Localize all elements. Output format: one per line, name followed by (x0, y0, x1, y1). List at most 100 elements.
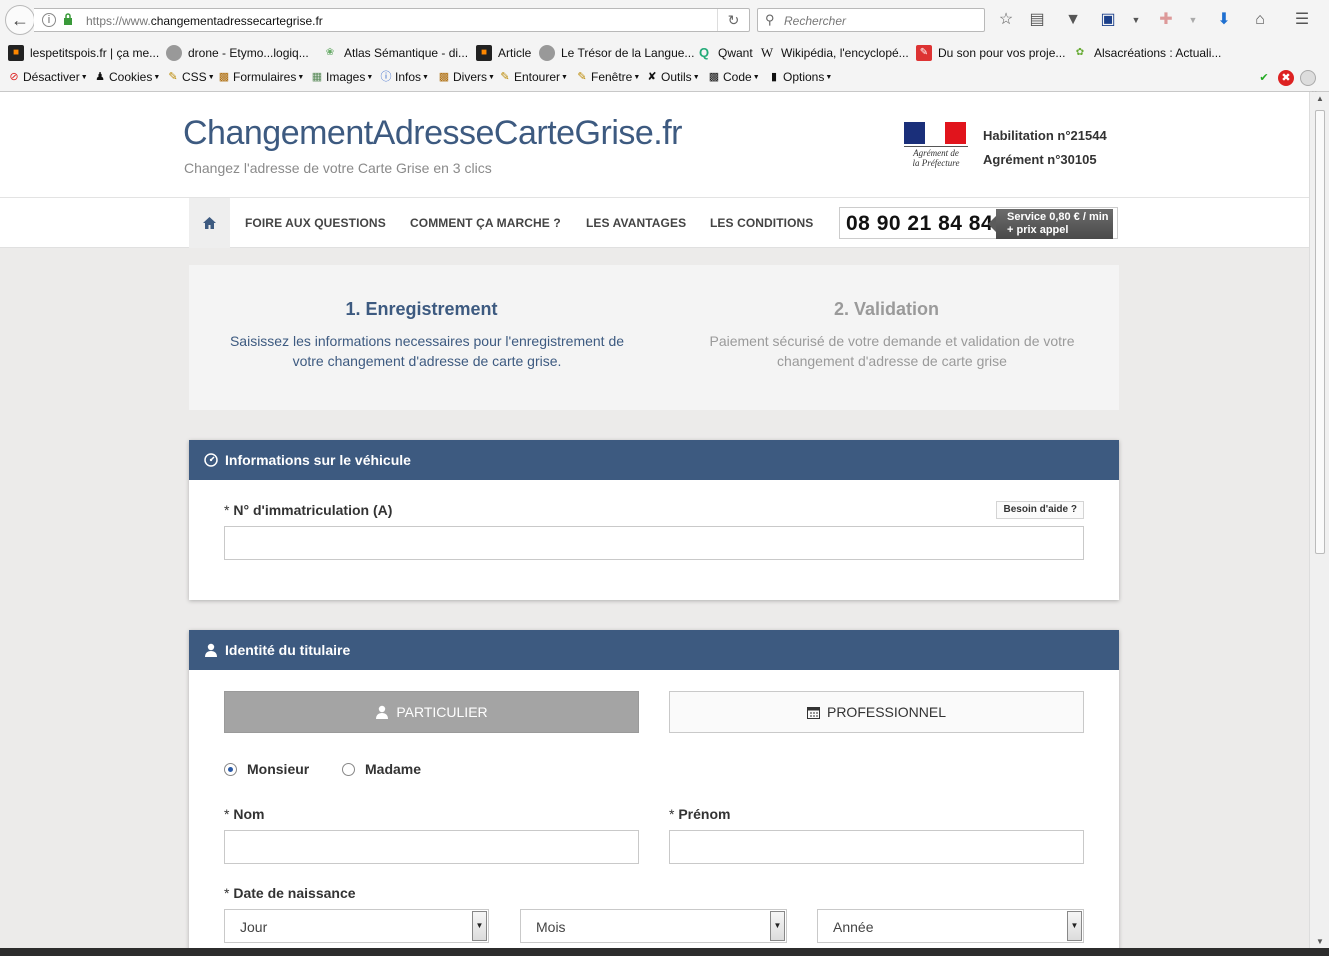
star-icon[interactable]: ☆ (996, 10, 1016, 30)
dropdown-arrow-icon[interactable]: ▼ (472, 911, 487, 941)
vehicle-panel: Informations sur le véhicule * N° d'imma… (189, 440, 1119, 600)
bookmark-item[interactable]: ■ lespetitspois.fr | ça me... (8, 44, 159, 62)
phone-banner[interactable]: 08 90 21 84 84 Service 0,80 € / min + pr… (839, 207, 1118, 239)
radio-madame[interactable]: Madame (342, 761, 421, 777)
bookmark-item[interactable]: W Wikipédia, l'encyclopé... (759, 44, 909, 62)
dev-menu-item[interactable]: ♟ Cookies ▼ (93, 70, 160, 84)
menu-icon[interactable]: ☰ (1292, 10, 1312, 30)
dev-menu-item[interactable]: ▦ Images ▼ (310, 70, 374, 84)
french-flag-icon (904, 122, 967, 144)
download-icon[interactable]: ⬇ (1214, 10, 1234, 30)
chevron-down-icon[interactable]: ▼ (1183, 10, 1203, 30)
year-select[interactable]: Année ▼ (817, 909, 1084, 943)
dev-menu-item[interactable]: ▩ Formulaires ▼ (217, 70, 305, 84)
dev-menu-item[interactable]: ⊘ Désactiver ▼ (7, 70, 87, 84)
dev-menu-item[interactable]: ⓘ Infos ▼ (379, 70, 429, 84)
flag-caption: Agrément de la Préfecture (904, 146, 968, 168)
help-button[interactable]: Besoin d'aide ? (996, 501, 1084, 519)
particulier-button[interactable]: PARTICULIER (224, 691, 639, 733)
prenom-label: * Prénom (669, 806, 731, 822)
step-title: 2. Validation (833, 299, 940, 319)
bookmark-item[interactable]: ✎ Du son pour vos proje... (916, 44, 1065, 62)
qwant-icon: Q (698, 45, 710, 60)
scrollbar-thumb[interactable] (1315, 110, 1325, 554)
nav-advantages[interactable]: LES AVANTAGES (586, 216, 686, 230)
dropdown-arrow-icon[interactable]: ▼ (770, 911, 785, 941)
bookmark-item[interactable]: Q Qwant (696, 44, 753, 62)
chevron-down-icon[interactable]: ▼ (1126, 10, 1146, 30)
dev-menu-item[interactable]: ✎ CSS ▼ (166, 70, 214, 84)
browser-navbar: ← i https://www.changementadressecartegr… (0, 0, 1329, 40)
nom-input[interactable] (224, 830, 639, 864)
dropdown-arrow-icon[interactable]: ▼ (1067, 911, 1082, 941)
dev-menu-item[interactable]: ✎ Fenêtre ▼ (575, 70, 640, 84)
site-header: ChangementAdresseCarteGrise.fr Changez l… (0, 92, 1309, 198)
user-icon (203, 642, 219, 658)
panel-title: Identité du titulaire (225, 642, 351, 658)
agrement-number: Agrément n°30105 (983, 152, 1097, 167)
nav-how-it-works[interactable]: COMMENT ÇA MARCHE ? (410, 216, 561, 230)
form-icon: ▩ (218, 71, 230, 83)
save-icon[interactable]: ▣ (1098, 10, 1118, 30)
dev-menu-item[interactable]: ▩ Code ▼ (707, 70, 760, 84)
info-icon: ⓘ (380, 71, 392, 83)
url-bar[interactable]: i https://www.changementadressecartegris… (34, 8, 750, 32)
prenom-input[interactable] (669, 830, 1084, 864)
status-icon (1300, 70, 1316, 86)
globe-icon (539, 45, 555, 61)
professionnel-button[interactable]: PROFESSIONNEL (669, 691, 1084, 733)
dev-menu-item[interactable]: ▮ Options ▼ (767, 70, 832, 84)
dev-menu-item[interactable]: ▩ Divers ▼ (437, 70, 495, 84)
home-icon (203, 217, 216, 229)
bookmark-item[interactable]: drone - Etymo...logiq... (166, 44, 309, 62)
misc-icon: ▩ (438, 71, 450, 83)
bookmark-item[interactable]: ✿ Alsacréations : Actuali... (1072, 44, 1222, 62)
phone-number[interactable]: 08 90 21 84 84 (846, 212, 993, 236)
month-select[interactable]: Mois ▼ (520, 909, 787, 943)
tools-icon: ✘ (647, 71, 657, 83)
search-bar[interactable]: ⚲ Rechercher (757, 8, 985, 32)
dev-menu-item[interactable]: ✎ Entourer ▼ (498, 70, 568, 84)
close-icon[interactable]: ✖ (1278, 70, 1294, 86)
nav-conditions[interactable]: LES CONDITIONS (710, 216, 813, 230)
plate-input[interactable] (224, 526, 1084, 560)
day-select[interactable]: Jour ▼ (224, 909, 489, 943)
nav-home-button[interactable] (189, 198, 230, 248)
back-arrow-icon: ← (11, 9, 29, 30)
lock-icon (63, 13, 73, 25)
favicon-icon: ✎ (916, 45, 932, 61)
radio-monsieur[interactable]: Monsieur (224, 761, 309, 777)
radio-button[interactable] (224, 762, 237, 776)
info-icon[interactable]: i (42, 13, 56, 27)
checkmark-icon[interactable]: ✔ (1256, 70, 1272, 86)
accreditation-info: Habilitation n°21544 Agrément n°30105 (983, 124, 1107, 172)
developer-toolbar: ⊘ Désactiver ▼ ♟ Cookies ▼ ✎ CSS ▼ ▩ Formulaire… (0, 68, 1329, 88)
favicon-icon: ✿ (1075, 47, 1085, 58)
bookmark-item[interactable]: ■ Article (476, 44, 531, 62)
scroll-up-icon[interactable]: ▲ (1316, 94, 1324, 103)
bookmark-item[interactable]: ❀ Atlas Sémantique - di... (322, 44, 468, 62)
addon-icon[interactable]: ✚ (1156, 10, 1176, 30)
globe-icon (166, 45, 182, 61)
reading-list-icon[interactable]: ▤ (1027, 10, 1047, 30)
vertical-scrollbar[interactable]: ▲ ▼ (1309, 92, 1329, 948)
pencil-icon: ✎ (168, 71, 178, 83)
favicon-icon: ■ (476, 45, 492, 61)
nav-faq[interactable]: FOIRE AUX QUESTIONS (245, 216, 386, 230)
wikipedia-icon: W (760, 45, 774, 60)
panel-header: Identité du titulaire (189, 630, 1119, 670)
scroll-down-icon[interactable]: ▼ (1316, 937, 1324, 946)
radio-button[interactable] (342, 762, 355, 776)
dev-menu-item[interactable]: ✘ Outils ▼ (645, 70, 699, 84)
step-title: 1. Enregistrement (345, 299, 498, 319)
reload-icon[interactable]: ↻ (717, 9, 749, 31)
leaf-icon: ❀ (325, 47, 335, 58)
bookmark-item[interactable]: Le Trésor de la Langue... (539, 44, 694, 62)
home-icon[interactable]: ⌂ (1250, 10, 1270, 30)
site-title[interactable]: ChangementAdresseCarteGrise.fr (183, 114, 683, 153)
options-icon: ▮ (770, 71, 778, 83)
pocket-icon[interactable]: ▼ (1063, 10, 1083, 30)
phone-price-tag: Service 0,80 € / min + prix appel (988, 209, 1113, 239)
window-bottom-edge (0, 948, 1329, 956)
back-button[interactable]: ← (5, 5, 35, 35)
